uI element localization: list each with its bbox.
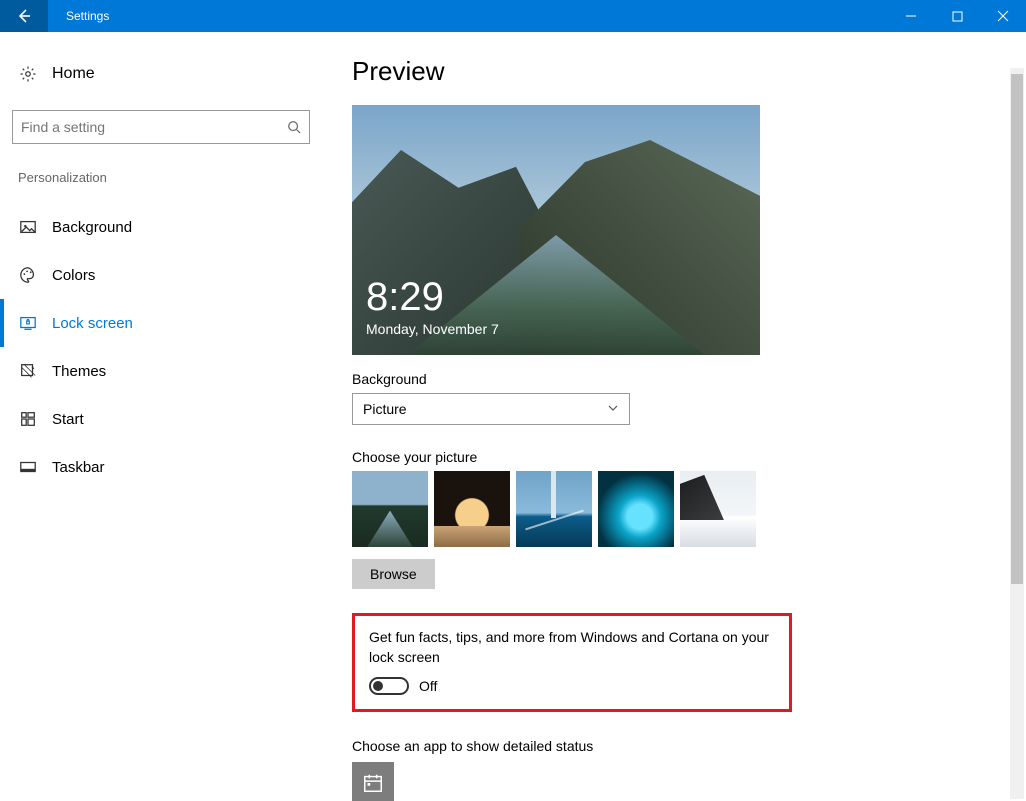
sidebar: Home Personalization Background Colors L… (0, 32, 320, 801)
background-dropdown[interactable]: Picture (352, 393, 630, 425)
preview-date: Monday, November 7 (366, 321, 499, 337)
start-icon (18, 409, 38, 429)
picture-thumb-2[interactable] (434, 471, 510, 547)
scrollbar-thumb[interactable] (1011, 74, 1023, 584)
picture-thumb-4[interactable] (598, 471, 674, 547)
picture-thumb-3[interactable] (516, 471, 592, 547)
minimize-icon (905, 10, 917, 22)
detailed-status-label: Choose an app to show detailed status (352, 738, 1006, 754)
fun-facts-section: Get fun facts, tips, and more from Windo… (352, 613, 792, 712)
background-label: Background (352, 371, 1006, 387)
calendar-icon (362, 772, 384, 794)
sidebar-item-label: Background (52, 219, 132, 236)
browse-button[interactable]: Browse (352, 559, 435, 589)
main-content: Preview 8:29 Monday, November 7 Backgrou… (320, 32, 1026, 801)
palette-icon (18, 265, 38, 285)
home-label: Home (52, 65, 95, 83)
sidebar-item-taskbar[interactable]: Taskbar (0, 443, 308, 491)
minimize-button[interactable] (888, 0, 934, 32)
close-button[interactable] (980, 0, 1026, 32)
maximize-button[interactable] (934, 0, 980, 32)
section-label: Personalization (12, 170, 308, 185)
choose-picture-label: Choose your picture (352, 449, 1006, 465)
home-link[interactable]: Home (12, 56, 308, 92)
page-title: Preview (352, 56, 1006, 87)
search-icon (287, 120, 301, 134)
picture-thumb-5[interactable] (680, 471, 756, 547)
preview-clock: 8:29 Monday, November 7 (366, 277, 499, 337)
sidebar-item-colors[interactable]: Colors (0, 251, 308, 299)
taskbar-icon (18, 457, 38, 477)
sidebar-item-label: Start (52, 411, 84, 428)
arrow-left-icon (16, 8, 32, 24)
sidebar-item-label: Themes (52, 363, 106, 380)
lock-screen-preview: 8:29 Monday, November 7 (352, 105, 760, 355)
sidebar-item-background[interactable]: Background (0, 203, 308, 251)
sidebar-item-lock-screen[interactable]: Lock screen (0, 299, 308, 347)
preview-time: 8:29 (366, 277, 499, 317)
home-gear-icon (18, 64, 38, 84)
picture-thumbnails (352, 471, 1006, 547)
search-box[interactable] (12, 110, 310, 144)
close-icon (997, 10, 1009, 22)
fun-facts-state: Off (419, 678, 437, 694)
sidebar-item-label: Colors (52, 267, 95, 284)
picture-icon (18, 217, 38, 237)
vertical-scrollbar[interactable] (1010, 68, 1024, 799)
window-controls (888, 0, 1026, 32)
themes-icon (18, 361, 38, 381)
fun-facts-label: Get fun facts, tips, and more from Windo… (369, 628, 775, 667)
maximize-icon (952, 11, 963, 22)
sidebar-item-themes[interactable]: Themes (0, 347, 308, 395)
lock-screen-icon (18, 313, 38, 333)
search-input[interactable] (21, 119, 287, 135)
detailed-status-app-button[interactable] (352, 762, 394, 801)
picture-thumb-1[interactable] (352, 471, 428, 547)
fun-facts-toggle[interactable] (369, 677, 409, 695)
chevron-down-icon (607, 401, 619, 417)
window-title: Settings (66, 9, 109, 23)
back-button[interactable] (0, 0, 48, 32)
sidebar-item-label: Taskbar (52, 459, 105, 476)
sidebar-item-label: Lock screen (52, 315, 133, 332)
titlebar: Settings (0, 0, 1026, 32)
background-value: Picture (363, 401, 407, 417)
sidebar-item-start[interactable]: Start (0, 395, 308, 443)
